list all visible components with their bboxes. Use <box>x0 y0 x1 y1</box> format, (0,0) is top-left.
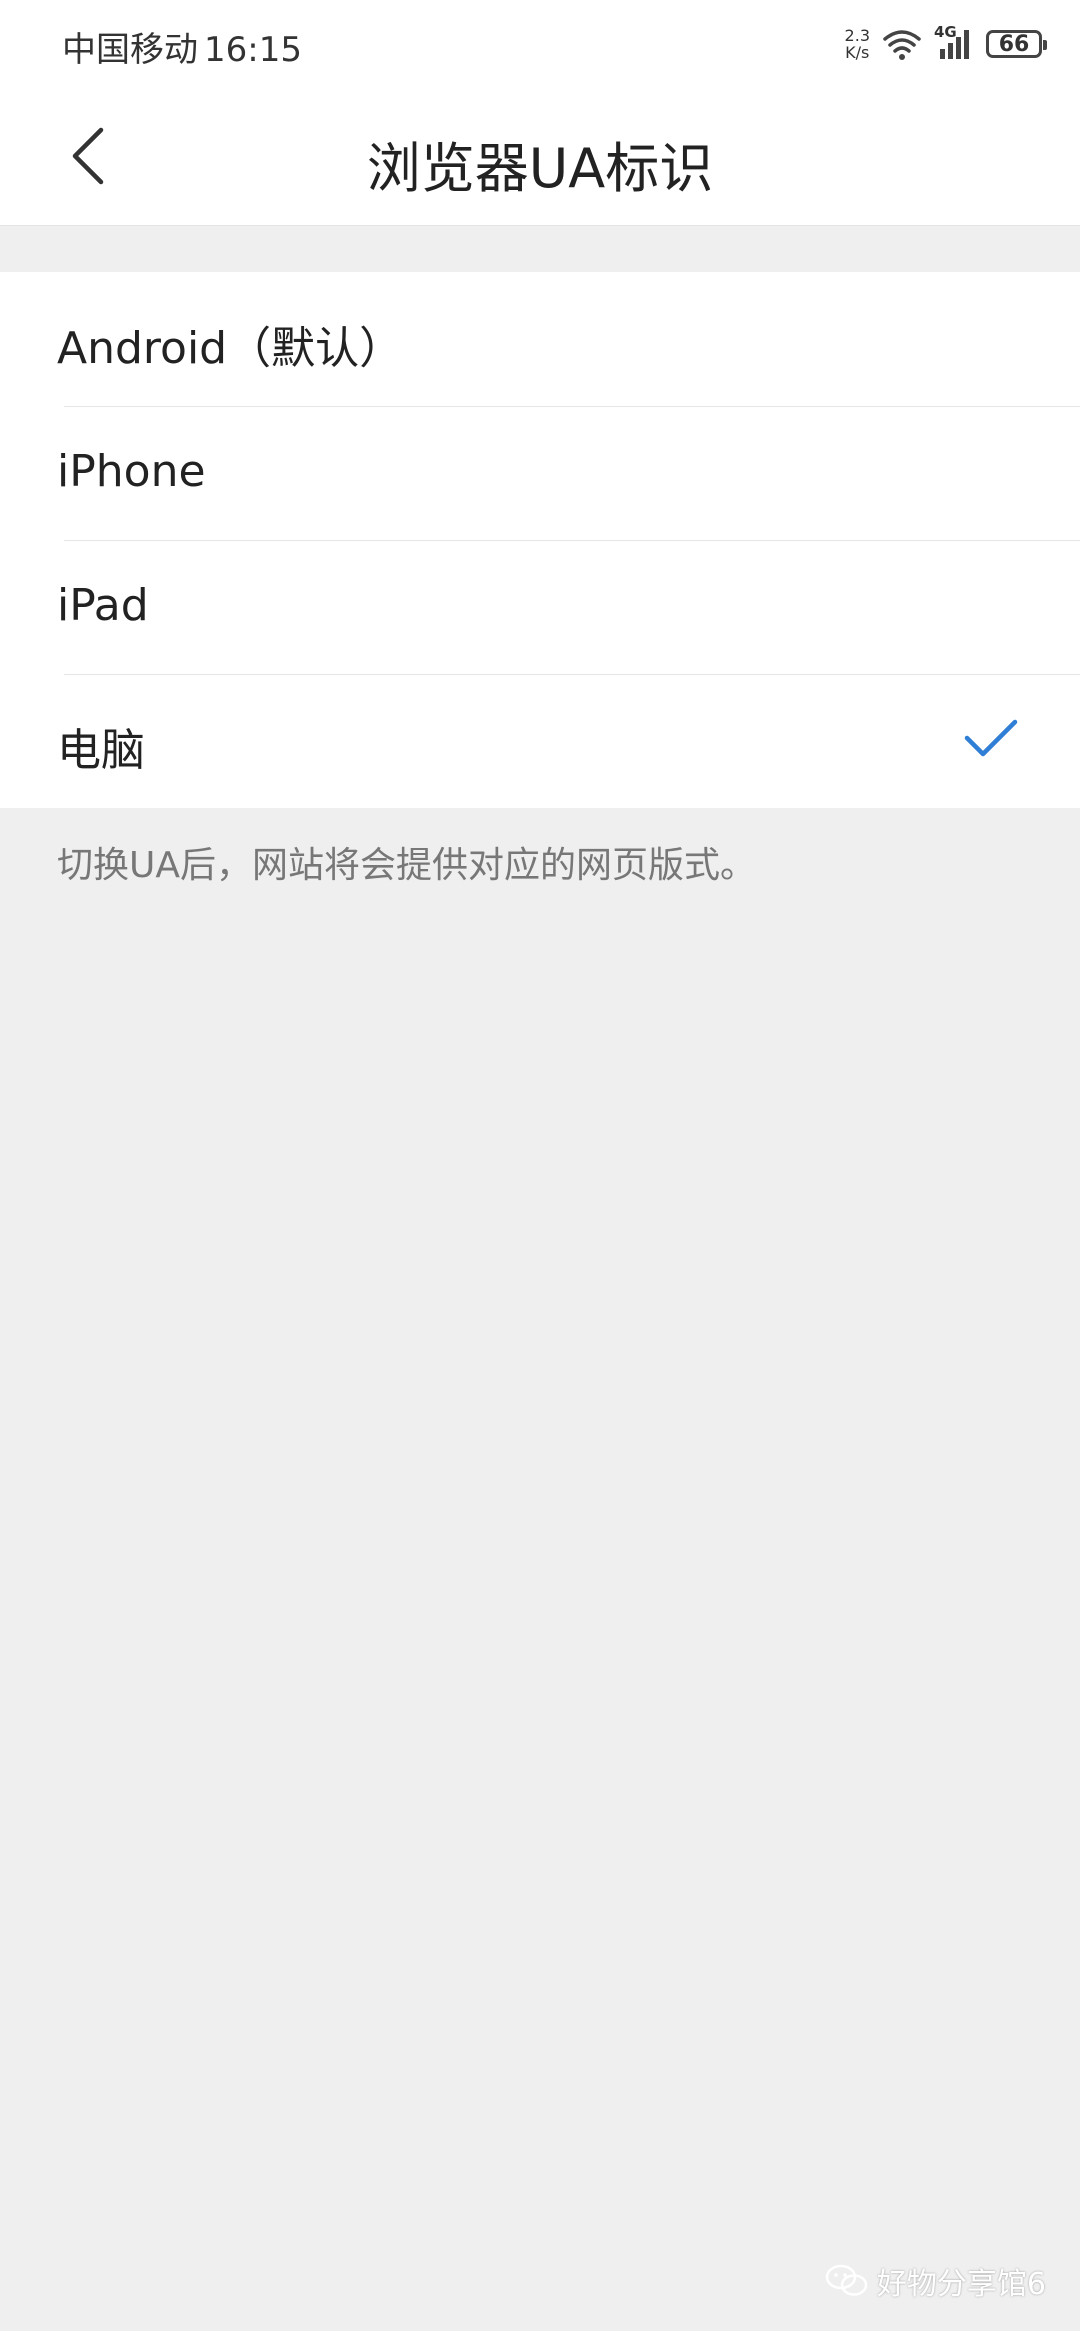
watermark: 好物分享馆6 <box>825 2259 1046 2303</box>
status-bar: 中国移动 16:15 2.3 K/s 4G 66 <box>0 0 1080 88</box>
net-speed: 2.3 K/s <box>845 27 870 61</box>
page-title: 浏览器UA标识 <box>366 137 714 200</box>
net-speed-value: 2.3 <box>844 26 870 45</box>
ua-option-list: Android（默认） iPhone iPad 电脑 <box>0 272 1080 808</box>
app-header: 浏览器UA标识 <box>0 88 1080 226</box>
ua-option-iphone[interactable]: iPhone <box>0 406 1080 540</box>
checkmark-icon <box>964 718 1018 760</box>
watermark-text: 好物分享馆6 <box>876 2267 1046 2302</box>
ua-option-desktop[interactable]: 电脑 <box>0 674 1080 808</box>
carrier-name: 中国移动 <box>62 30 198 70</box>
status-left: 中国移动 16:15 <box>62 22 302 71</box>
ua-option-label: 电脑 <box>57 725 145 776</box>
cellular-signal-icon: 4G <box>934 23 974 61</box>
ua-switch-hint: 切换UA后，网站将会提供对应的网页版式。 <box>57 845 756 886</box>
ua-option-label: Android（默认） <box>57 323 404 374</box>
battery-icon: 66 <box>986 30 1047 58</box>
ua-option-ipad[interactable]: iPad <box>0 540 1080 674</box>
status-time: 16:15 <box>204 30 302 70</box>
battery-level: 66 <box>998 31 1030 57</box>
ua-option-label: iPad <box>57 580 149 631</box>
ua-option-android[interactable]: Android（默认） <box>0 272 1080 406</box>
net-speed-unit: K/s <box>845 43 870 62</box>
status-right: 2.3 K/s 4G 66 <box>845 23 1047 64</box>
wechat-icon <box>825 2263 869 2299</box>
ua-option-label: iPhone <box>57 446 206 497</box>
wifi-icon <box>882 27 922 61</box>
network-type-label: 4G <box>934 23 957 41</box>
